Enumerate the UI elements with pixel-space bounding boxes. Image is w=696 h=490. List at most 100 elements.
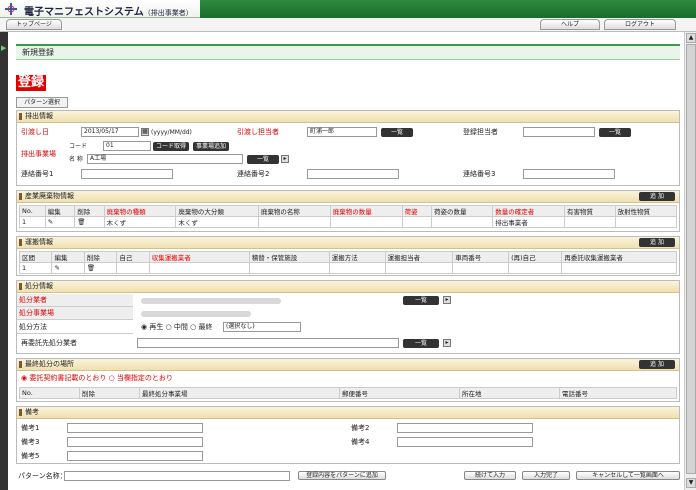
scroll-thumb[interactable] [686,44,696,474]
radio-recycle[interactable]: ◉ [141,323,147,331]
radioactive [614,216,678,228]
col-header: 積替・保管施設 [248,251,330,263]
remark2-label: 備考2 [351,424,370,432]
name-list-button[interactable]: 一覧 [247,155,279,164]
hikiwatashi-date-label: 引渡し日 [21,128,49,136]
resub-field[interactable] [137,338,399,348]
renraku1-field[interactable] [81,169,173,179]
col-header: 編集 [51,251,85,263]
renraku1-label: 連絡番号1 [21,170,54,178]
col-header: 削除 [79,387,140,399]
radio-intermediate[interactable]: ○ [166,323,172,331]
col-header: 区間 [18,251,53,263]
waste-qty [329,216,403,228]
col-header: (再)自己 [508,251,563,263]
resub-list-button[interactable]: 一覧 [403,339,439,348]
col-header: 電話番号 [559,387,677,399]
side-panel-toggle[interactable]: ▶ [0,32,8,490]
detail-icon[interactable]: ▸ [443,339,451,347]
continue-button[interactable]: 続けて入力 [464,471,516,480]
disposal-list-button[interactable]: 一覧 [403,296,439,305]
opt-intermediate-label: 中間 [173,323,188,331]
remark1-label: 備考1 [21,424,40,432]
renraku3-field[interactable] [523,169,615,179]
mode-badge: 登録 [16,75,47,91]
radio-final[interactable]: ○ [190,323,196,331]
remark2-field[interactable] [397,423,533,433]
staff-cell [384,262,454,274]
touroku-list-button[interactable]: 一覧 [599,128,631,137]
col-header: 再委託収集運搬業者 [561,251,677,263]
calendar-icon[interactable]: ▦ [141,128,149,136]
remark4-field[interactable] [397,437,533,447]
section-title: 処分情報 [17,281,679,293]
method-label: 処分方法 [17,321,133,334]
remark3-field[interactable] [67,437,203,447]
top-page-link[interactable]: トップページ [6,19,62,30]
carrier-cell [148,262,250,274]
col-header: 編集 [44,205,76,217]
waste-add-button[interactable]: 追 加 [639,192,675,201]
vehicle-cell [452,262,510,274]
logout-link[interactable]: ログアウト [604,19,676,30]
jigyoujou-label: 排出事業場 [21,150,56,158]
date-field[interactable]: 2013/05/17 [81,127,139,137]
code-get-button[interactable]: コード取得 [153,142,189,151]
section-title: 排出情報 [17,111,679,123]
method-select[interactable]: (選択なし) [223,322,301,332]
app-subtitle: （排出事業者） [143,9,193,17]
transport-section: 運搬情報 追 加 区間 編集 削除 自己 収集運搬業者 積替・保管施設 運搬方法… [16,236,680,276]
section-title: 最終処分の場所 [17,359,679,371]
col-header: 自己 [116,251,150,263]
final-add-button[interactable]: 追 加 [639,360,675,369]
col-header: 放射性物質 [614,205,678,217]
method-cell [328,262,386,274]
tantou-list-button[interactable]: 一覧 [381,128,413,137]
trash-icon[interactable]: 🗑 [74,216,105,228]
section-title: 運搬情報 [17,237,679,249]
col-header: No. [19,205,46,217]
transport-add-button[interactable]: 追 加 [639,238,675,247]
col-header: 車両番号 [452,251,510,263]
col-header: 所在地 [459,387,560,399]
detail-icon[interactable]: ▸ [443,296,451,304]
reself-cell [508,262,563,274]
scroll-up-icon[interactable]: ▲ [686,33,696,43]
pattern-name-field[interactable] [64,471,290,481]
renraku2-label: 連絡番号2 [237,170,270,178]
remark5-field[interactable] [67,451,203,461]
edit-icon[interactable]: ✎ [51,262,85,274]
scroll-down-icon[interactable]: ▼ [686,478,696,488]
remark3-label: 備考3 [21,438,40,446]
waste-table: No. 編集 削除 廃棄物の種類 廃棄物の大分類 廃棄物の名称 廃棄物の数量 荷… [19,205,678,228]
table-header-row: 区間 編集 削除 自己 収集運搬業者 積替・保管施設 運搬方法 運搬担当者 車両… [18,251,677,263]
name-field[interactable]: A工場 [87,154,243,164]
renraku2-field[interactable] [307,169,399,179]
self-cell [116,262,150,274]
save-pattern-button[interactable]: 登録内容をパターンに追加 [298,471,386,480]
tantou-field[interactable]: 町浦一郎 [307,127,377,137]
touroku-tantou-field[interactable] [523,127,595,137]
section-title: 備考 [17,407,679,419]
cancel-button[interactable]: キャンセルして一覧画面へ [576,471,680,480]
pattern-select-tab[interactable]: パターン選択 [16,97,68,108]
trash-icon[interactable]: 🗑 [83,262,118,274]
page-heading: 新規登録 [16,44,680,60]
opt-recycle-label: 再生 [149,323,164,331]
col-header: 荷姿の数量 [430,205,494,217]
date-hint: (yyyy/MM/dd) [151,129,192,136]
vertical-scrollbar[interactable]: ▲ ▼ [684,32,696,490]
complete-button[interactable]: 入力完了 [522,471,570,480]
edit-icon[interactable]: ✎ [44,216,76,228]
detail-icon[interactable]: ▸ [281,155,289,163]
help-link[interactable]: ヘルプ [540,19,600,30]
radio-contract[interactable]: ◉ [21,374,27,382]
radio-specified[interactable]: ○ [109,374,115,382]
remark1-field[interactable] [67,423,203,433]
transport-table: 区間 編集 削除 自己 収集運搬業者 積替・保管施設 運搬方法 運搬担当者 車両… [18,251,677,274]
confirmer: 排出事業者 [492,216,566,228]
waste-category: 木くず [175,216,259,228]
resub-carrier-cell [561,262,677,274]
code-field[interactable]: 01 [103,141,151,151]
jigyoujou-add-button[interactable]: 事業場追加 [193,142,229,151]
